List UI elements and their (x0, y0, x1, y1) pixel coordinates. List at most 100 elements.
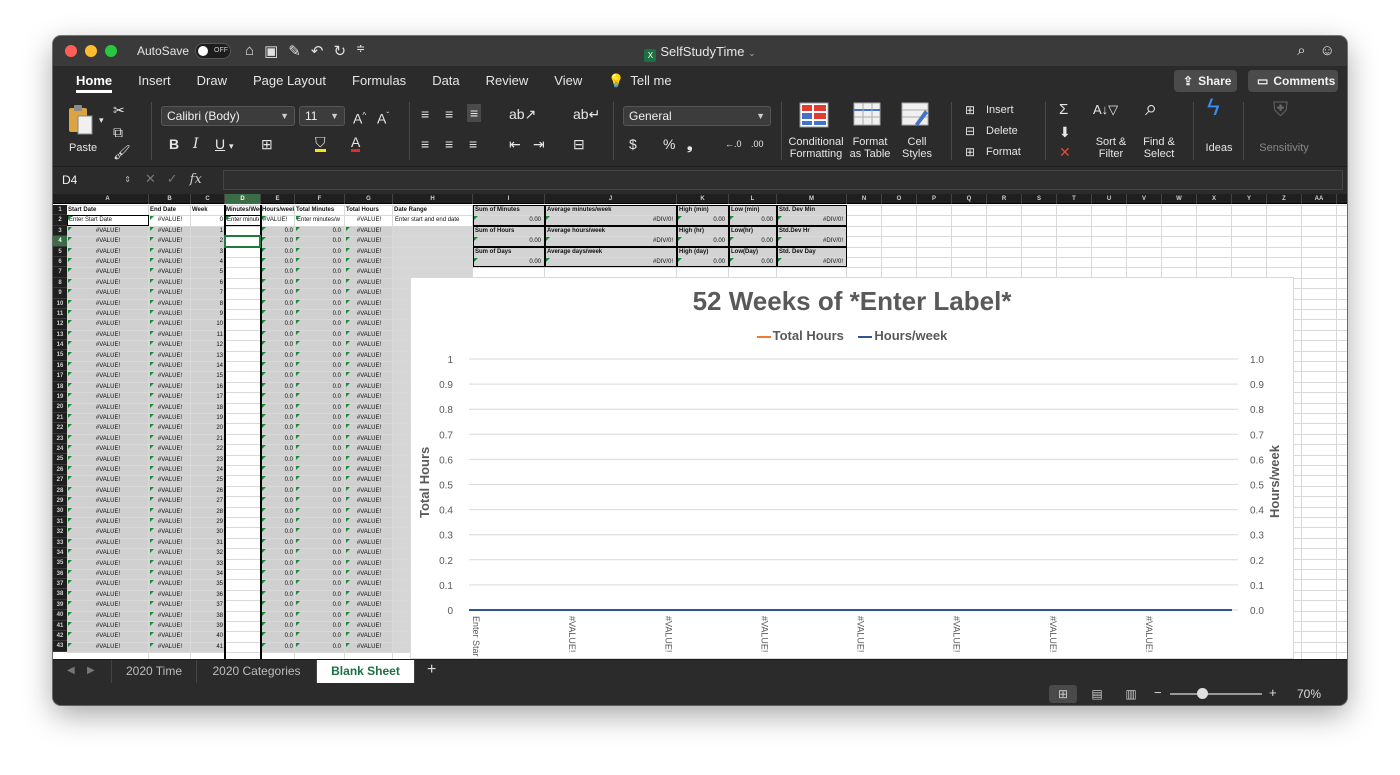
increase-font-icon[interactable]: A^ (353, 108, 366, 127)
total-hours-cell[interactable]: #VALUE! (345, 351, 393, 361)
total-minutes-cell[interactable]: Enter minutes/w (297, 215, 343, 225)
row-header-19[interactable]: 19 (53, 392, 67, 403)
total-hours-cell[interactable]: #VALUE! (345, 371, 393, 381)
customize-toolbar-icon[interactable]: ≑ (356, 42, 365, 60)
total-hours-cell[interactable]: #VALUE! (345, 423, 393, 433)
insert-cells-icon[interactable]: ⊞ (965, 102, 975, 118)
week-cell[interactable]: 36 (191, 590, 223, 600)
start-date-cell[interactable]: #VALUE! (67, 621, 149, 631)
font-size-select[interactable]: 11 ▼ (299, 106, 345, 126)
column-header-e[interactable]: E (261, 194, 295, 204)
column-header-l[interactable]: L (729, 194, 777, 204)
column-header-t[interactable]: T (1057, 194, 1092, 204)
start-date-cell[interactable]: #VALUE! (67, 475, 149, 485)
end-date-cell[interactable]: #VALUE! (149, 319, 191, 329)
column-header-s[interactable]: S (1022, 194, 1057, 204)
end-date-cell[interactable]: #VALUE! (149, 392, 191, 402)
conditional-formatting-label[interactable]: Conditional Formatting (788, 136, 844, 160)
total-minutes-cell[interactable]: 0.0 (295, 309, 341, 319)
tab-review[interactable]: Review (473, 66, 542, 96)
total-minutes-cell[interactable]: 0.0 (295, 351, 341, 361)
summary-value[interactable]: #DIV/0! (545, 215, 673, 225)
summary-value[interactable]: #DIV/0! (777, 215, 843, 225)
summary-label[interactable]: Sum of Days (475, 247, 543, 257)
end-date-cell[interactable]: #VALUE! (149, 496, 191, 506)
total-hours-cell[interactable]: #VALUE! (345, 403, 393, 413)
row-header-17[interactable]: 17 (53, 371, 67, 382)
row-header-32[interactable]: 32 (53, 527, 67, 538)
total-hours-cell[interactable]: #VALUE! (345, 600, 393, 610)
total-minutes-cell[interactable]: 0.0 (295, 642, 341, 652)
start-date-cell[interactable]: #VALUE! (67, 611, 149, 621)
row-header-13[interactable]: 13 (53, 329, 67, 341)
paste-icon[interactable] (67, 104, 95, 136)
sensitivity-label[interactable]: Sensitivity (1253, 142, 1315, 154)
column-header-c[interactable]: C (191, 194, 225, 204)
start-date-cell[interactable]: #VALUE! (67, 590, 149, 600)
summary-value[interactable]: 0.00 (729, 257, 773, 267)
formula-input[interactable] (223, 170, 1343, 190)
row-header-36[interactable]: 36 (53, 568, 67, 580)
total-hours-cell[interactable]: #VALUE! (345, 496, 393, 506)
column-header-i[interactable]: I (473, 194, 545, 204)
start-date-cell[interactable]: #VALUE! (67, 226, 149, 236)
total-minutes-cell[interactable]: 0.0 (295, 340, 341, 350)
cancel-entry-icon[interactable]: ✕ (145, 171, 156, 186)
search-icon[interactable]: ⌕ (1297, 42, 1305, 59)
row-header-37[interactable]: 37 (53, 579, 67, 590)
total-minutes-cell[interactable]: 0.0 (295, 600, 341, 610)
name-box-stepper-icon[interactable]: ⇕ (124, 171, 131, 189)
week-cell[interactable]: 10 (191, 319, 223, 329)
end-date-cell[interactable]: #VALUE! (149, 631, 191, 641)
week-cell[interactable]: 13 (191, 351, 223, 361)
summary-value[interactable]: 0.00 (677, 215, 725, 225)
total-minutes-cell[interactable]: 0.0 (295, 371, 341, 381)
start-date-cell[interactable]: #VALUE! (67, 496, 149, 506)
total-minutes-cell[interactable]: 0.0 (295, 465, 341, 475)
format-painter-icon[interactable]: 🖌 (113, 144, 131, 160)
total-hours-cell[interactable]: #VALUE! (345, 434, 393, 444)
start-date-cell[interactable]: #VALUE! (67, 299, 149, 309)
total-hours-cell[interactable]: #VALUE! (345, 611, 393, 621)
start-date-cell[interactable]: #VALUE! (67, 392, 149, 402)
start-date-cell[interactable]: #VALUE! (67, 330, 149, 340)
column-header-v[interactable]: V (1127, 194, 1162, 204)
summary-label[interactable]: Average days/week (547, 247, 675, 257)
week-cell[interactable]: 26 (191, 486, 223, 496)
start-date-cell[interactable]: #VALUE! (67, 382, 149, 392)
page-layout-view-button[interactable]: ▤ (1083, 685, 1111, 703)
start-date-cell[interactable]: #VALUE! (67, 600, 149, 610)
end-date-cell[interactable]: #VALUE! (149, 423, 191, 433)
tab-page-layout[interactable]: Page Layout (240, 66, 339, 96)
minimize-window-button[interactable] (85, 45, 97, 57)
total-hours-cell[interactable]: #VALUE! (345, 475, 393, 485)
align-middle-icon[interactable]: ≡ (445, 106, 453, 122)
comma-style-icon[interactable]: ❟ (687, 136, 693, 152)
end-date-cell[interactable]: #VALUE! (149, 288, 191, 298)
summary-value[interactable]: 0.00 (473, 257, 541, 267)
underline-dropdown-icon[interactable]: ▾ (229, 138, 234, 154)
row-header-11[interactable]: 11 (53, 308, 67, 320)
home-icon[interactable]: ⌂ (245, 42, 254, 60)
total-hours-cell[interactable]: #VALUE! (345, 267, 393, 277)
week-cell[interactable]: 7 (191, 288, 223, 298)
week-cell[interactable]: 0 (191, 215, 223, 225)
total-minutes-cell[interactable]: 0.0 (295, 455, 341, 465)
start-date-cell[interactable]: #VALUE! (67, 371, 149, 381)
column-header-b[interactable]: B (149, 194, 191, 204)
end-date-cell[interactable]: #VALUE! (149, 517, 191, 527)
total-hours-cell[interactable]: #VALUE! (345, 247, 393, 257)
row-header-31[interactable]: 31 (53, 516, 67, 528)
minutes-cell[interactable]: Enter minutes (227, 215, 259, 225)
start-date-cell[interactable]: #VALUE! (67, 423, 149, 433)
total-hours-cell[interactable]: #VALUE! (345, 215, 393, 225)
start-date-cell[interactable]: #VALUE! (67, 579, 149, 589)
sheet-tab-2020-time[interactable]: 2020 Time (111, 660, 197, 683)
week-cell[interactable]: 25 (191, 475, 223, 485)
total-minutes-cell[interactable]: 0.0 (295, 444, 341, 454)
align-bottom-icon[interactable]: ≡ (467, 104, 482, 122)
total-minutes-cell[interactable]: 0.0 (295, 475, 341, 485)
total-minutes-cell[interactable]: 0.0 (295, 548, 341, 558)
column-header-u[interactable]: U (1092, 194, 1127, 204)
end-date-cell[interactable]: #VALUE! (149, 371, 191, 381)
